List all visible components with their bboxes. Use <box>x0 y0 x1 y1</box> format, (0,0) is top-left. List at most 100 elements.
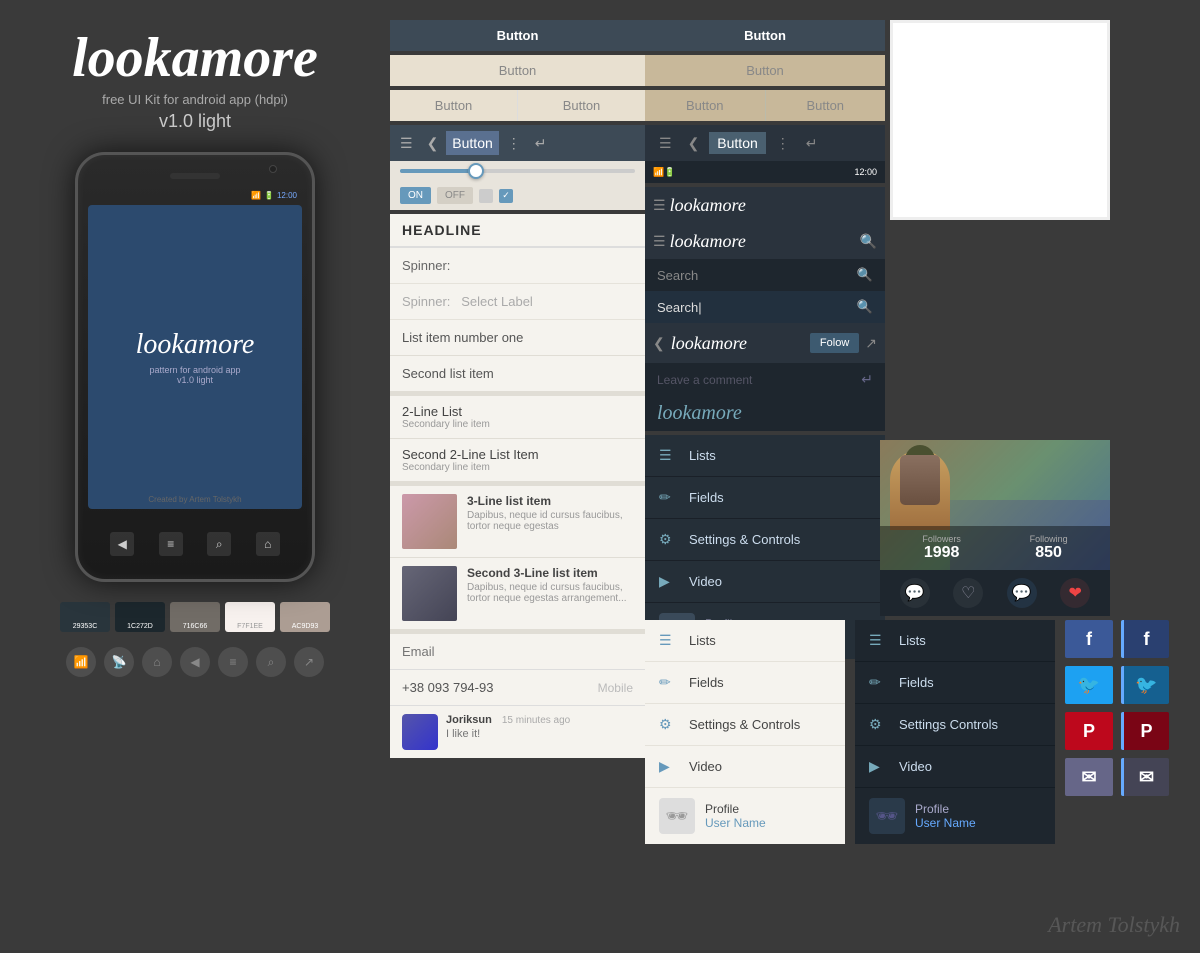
dark2-menu-profile[interactable]: 🕶 Profile User Name <box>855 788 1055 844</box>
button-tan-half-1[interactable]: Button <box>645 90 766 121</box>
dark-search-bar-1[interactable]: Search 🔍 <box>645 259 885 291</box>
light-menu-settings[interactable]: ⚙ Settings & Controls <box>645 704 845 746</box>
button-light-half-2[interactable]: Button <box>518 90 645 121</box>
checkbox-checked[interactable]: ✓ <box>499 189 513 203</box>
list-item-2line-2-primary: Second 2-Line List Item <box>402 447 633 462</box>
dark2-menu-fields[interactable]: ✏ Fields <box>855 662 1055 704</box>
email-btn-light[interactable]: ✉ <box>1065 758 1113 796</box>
action-bar-enter-icon[interactable]: ↵ <box>529 131 553 156</box>
dark-status-time: 12:00 <box>854 167 877 177</box>
list-item-3line-1-secondary: Dapibus, neque id cursus faucibus, torto… <box>467 510 633 532</box>
action-bar-button-active[interactable]: Button <box>446 131 498 155</box>
twitter-btn-light[interactable]: 🐦 <box>1065 666 1113 704</box>
dark-menu-video[interactable]: ▶ Video <box>645 561 885 603</box>
toggle-on-btn[interactable]: ON <box>400 187 431 204</box>
swatch-1: 29353C <box>60 602 110 632</box>
wifi-icon: 📶 <box>251 191 261 200</box>
social-row-facebook: f f <box>1065 620 1175 658</box>
list-item-2line-2[interactable]: Second 2-Line List Item Secondary line i… <box>390 439 645 482</box>
button-dark-r1[interactable]: Button <box>645 20 885 51</box>
action-bar-menu-icon[interactable]: ☰ <box>394 131 419 156</box>
nav-search-btn[interactable]: ⌕ <box>207 532 231 556</box>
comment-placeholder: Leave a comment <box>657 373 752 387</box>
dark-search-bar-2[interactable]: Search| 🔍 <box>645 291 885 323</box>
light-menu-video-label: Video <box>689 759 722 774</box>
list-item-3line-1[interactable]: 3-Line list item Dapibus, neque id cursu… <box>390 486 645 558</box>
dark-section-header: lookamore <box>645 396 885 431</box>
dark-logo-brand-3: lookamore <box>671 333 804 354</box>
phone-mockup: 📶 🔋 12:00 lookamore pattern for android … <box>75 152 315 582</box>
button-light-half-1[interactable]: Button <box>390 90 518 121</box>
share-button[interactable]: ↗ <box>865 335 877 352</box>
nav-menu-btn[interactable]: ⌂ <box>256 532 280 556</box>
dark2-menu-video[interactable]: ▶ Video <box>855 746 1055 788</box>
dark2-settings-icon: ⚙ <box>869 716 889 733</box>
list-item-2[interactable]: Second list item <box>390 356 645 392</box>
nav-home-btn[interactable]: ≡ <box>159 532 183 556</box>
follow-button[interactable]: Folow <box>810 333 859 353</box>
comment-input-bar[interactable]: Leave a comment ↵ <box>645 363 885 396</box>
following-label: Following <box>1030 534 1068 544</box>
dark-nav-back-icon[interactable]: ❮ <box>653 335 665 352</box>
logo-text: lookamore <box>72 30 318 86</box>
dark2-menu-settings[interactable]: ⚙ Settings Controls <box>855 704 1055 746</box>
twitter-btn-dark[interactable]: 🐦 <box>1121 666 1169 704</box>
dark-action-back-icon[interactable]: ❮ <box>682 131 706 156</box>
light-menu-video[interactable]: ▶ Video <box>645 746 845 788</box>
dark-menu-lists[interactable]: ☰ Lists <box>645 435 885 477</box>
comment-send-icon[interactable]: ↵ <box>861 371 873 388</box>
spinner-row[interactable]: Spinner: <box>390 248 645 284</box>
phone-field[interactable]: +38 093 794-93 Mobile <box>390 670 645 706</box>
checkbox-unchecked[interactable] <box>479 189 493 203</box>
action-bar-more-icon[interactable]: ⋮ <box>501 131 527 156</box>
dark2-menu-lists[interactable]: ☰ Lists <box>855 620 1055 662</box>
pinterest-btn-light[interactable]: P <box>1065 712 1113 750</box>
dark-menu-fields[interactable]: ✏ Fields <box>645 477 885 519</box>
dark-action-more-icon[interactable]: ⋮ <box>770 131 796 156</box>
slider-track[interactable] <box>400 169 635 173</box>
slider-thumb[interactable] <box>468 163 484 179</box>
profile-action-heart-red[interactable]: ❤ <box>1060 578 1090 608</box>
phone-camera <box>269 165 277 173</box>
button-light-primary[interactable]: Button <box>390 55 645 86</box>
action-bar-back-icon[interactable]: ❮ <box>421 131 445 156</box>
profile-action-comment[interactable]: 💬 <box>900 578 930 608</box>
light-menu-lists[interactable]: ☰ Lists <box>645 620 845 662</box>
dark-action-button[interactable]: Button <box>709 132 765 154</box>
list-item-3line-2[interactable]: Second 3-Line list item Dapibus, neque i… <box>390 558 645 630</box>
light-menu-fields[interactable]: ✏ Fields <box>645 662 845 704</box>
top-right-white-box <box>890 20 1110 220</box>
swatch-4-label: F7F1EE <box>237 623 263 630</box>
dark-search-icon-1[interactable]: 🔍 <box>860 233 877 250</box>
button-dark-primary[interactable]: Button <box>390 20 645 51</box>
phone-screen-tagline: pattern for android app <box>149 365 240 375</box>
email-field[interactable] <box>390 634 645 670</box>
button-tan-r1[interactable]: Button <box>645 55 885 86</box>
swatch-5-label: AC9D93 <box>292 623 318 630</box>
email-btn-dark[interactable]: ✉ <box>1121 758 1169 796</box>
social-row-pinterest: P P <box>1065 712 1175 750</box>
list-item-2line-1[interactable]: 2-Line List Secondary line item <box>390 396 645 439</box>
dark-menu-settings[interactable]: ⚙ Settings & Controls <box>645 519 885 561</box>
color-palette: 29353C 1C272D 716C66 F7F1EE AC9D93 <box>60 602 330 632</box>
spinner-select-row[interactable]: Spinner: Select Label <box>390 284 645 320</box>
toggle-off-btn[interactable]: OFF <box>437 187 473 204</box>
pinterest-btn-dark[interactable]: P <box>1121 712 1169 750</box>
list-item-3line-2-primary: Second 3-Line list item <box>467 566 633 580</box>
list-item-1[interactable]: List item number one <box>390 320 645 356</box>
icon-share: ↗ <box>294 647 324 677</box>
dark2-profile-avatar: 🕶 <box>869 798 905 834</box>
light-menu-profile[interactable]: 🕶 Profile User Name <box>645 788 845 844</box>
swatch-5: AC9D93 <box>280 602 330 632</box>
profile-action-chat[interactable]: 💬 <box>1007 578 1037 608</box>
dark-action-menu-icon[interactable]: ☰ <box>653 131 678 156</box>
facebook-btn-dark[interactable]: f <box>1121 620 1169 658</box>
profile-action-heart[interactable]: ♡ <box>953 578 983 608</box>
button-tan-half-2[interactable]: Button <box>766 90 886 121</box>
phone-screen-logo: lookamore <box>136 329 255 361</box>
facebook-btn-light[interactable]: f <box>1065 620 1113 658</box>
nav-back-btn[interactable]: ◀ <box>110 532 134 556</box>
list-item-3line-1-content: 3-Line list item Dapibus, neque id cursu… <box>467 494 633 549</box>
dark-action-enter-icon[interactable]: ↵ <box>800 131 824 156</box>
list-item-1-text: List item number one <box>402 330 523 345</box>
